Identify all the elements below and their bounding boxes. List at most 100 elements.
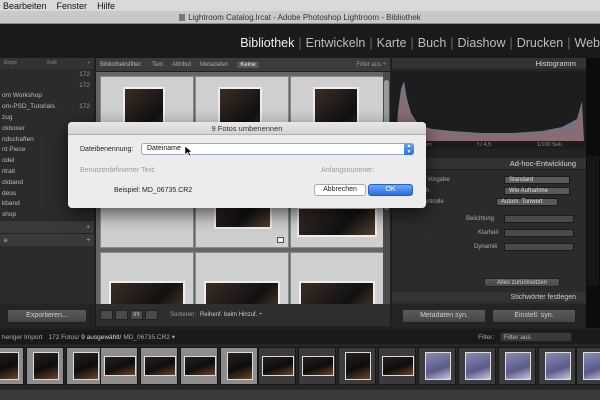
module-diashow[interactable]: Diashow [458,36,506,50]
folder-item[interactable]: om Workshop [0,91,94,102]
module-separator: | [298,36,302,50]
filmstrip [0,344,600,390]
loupe-view-icon[interactable] [115,310,128,320]
survey-view-icon[interactable] [145,310,158,320]
cancel-button[interactable]: Abbrechen [314,184,366,196]
cell-number: 3 [294,77,310,102]
section-add-icon[interactable]: + [86,237,90,244]
grid-cell[interactable]: 9 [290,252,384,304]
photo-count: 172 Fotos/ [48,333,80,341]
module-web[interactable]: Web [575,36,600,50]
module-karte[interactable]: Karte [377,36,407,50]
reset-all-button[interactable]: Alles zurücksetzen [484,278,560,287]
module-separator: | [410,36,414,50]
lightroom-window: Bearbeiten Fenster Hilfe Lightroom Catal… [0,0,600,400]
vibrance-row: Dynamik [392,240,586,254]
filter-preset-dropdown[interactable]: Filter aus ÷ [356,62,386,68]
white-balance-dropdown[interactable]: Wie Aufnahme [504,186,570,195]
sync-settings-button[interactable]: Einstell. syn. [492,309,576,323]
folder-item[interactable]: shop [0,209,94,220]
filmstrip-thumb[interactable] [498,347,536,385]
selected-count: 9 ausgewählt/ [81,333,122,341]
cell-number: 2 [199,77,215,102]
filmstrip-thumb[interactable] [140,347,178,385]
example-label: Beispiel: [114,187,141,194]
export-button[interactable]: Exportieren... [7,309,87,323]
import-header-label[interactable]: Einpo [4,60,17,67]
filmstrip-scrollbar[interactable] [0,390,600,400]
current-filename[interactable]: MD_06735.CR2 ▾ [123,333,175,341]
mac-menu-bar: Bearbeiten Fenster Hilfe [0,0,600,11]
filmstrip-thumb[interactable] [378,347,416,385]
grid-cell[interactable]: 7 [100,252,194,304]
histogram-header[interactable]: Histogramm [392,58,586,70]
section-add-icon[interactable]: + [86,224,90,231]
window-title-bar: Lightroom Catalog.lrcat - Adobe Photosho… [0,11,600,24]
start-number-label: Anfangsnummer: [321,167,375,174]
left-panel-header: Einpo Kolli + [0,58,94,69]
module-separator: | [567,36,571,50]
compare-view-icon[interactable]: XY [130,310,143,320]
add-button[interactable]: + [87,60,90,67]
collection-header-label[interactable]: Kolli [47,60,56,67]
module-buch[interactable]: Buch [418,36,447,50]
filmstrip-thumb[interactable] [576,347,600,385]
folder-count: 172 [79,81,90,89]
auto-tone-button[interactable]: Autom. Tonwert [496,197,558,206]
histogram-title: Histogramm [535,59,576,68]
filmstrip-thumb[interactable] [220,347,258,385]
folder-item[interactable]: om-PSD_Tutorials 172 [0,101,94,112]
filmstrip-filter-dropdown[interactable]: Filter aus [500,332,572,342]
file-naming-dropdown[interactable]: Dateiname ▲ ▼ [141,143,414,157]
folder-item[interactable]: 172 [0,80,94,91]
grid-cell[interactable]: 8 [195,252,289,304]
filmstrip-info-bar: heriger Import 172 Fotos/ 9 ausgewählt/ … [0,330,600,344]
dialog-title: 9 Fotos umbenennen [68,122,426,135]
panel-section[interactable]: + [0,220,94,234]
filmstrip-thumb[interactable] [298,347,336,385]
vibrance-stepper[interactable] [504,243,574,251]
module-bibliothek[interactable]: Bibliothek [240,36,294,50]
exposure-label: Belichtung [466,216,495,222]
keywording-header[interactable]: Stichwörter festlegen [392,292,586,302]
module-entwickeln[interactable]: Entwickeln [306,36,366,50]
menu-hilfe[interactable]: Hilfe [94,1,122,11]
folder-label: ndschaften [2,135,34,143]
clarity-stepper[interactable] [504,229,574,237]
sync-metadata-button[interactable]: Metadaten syn. [402,309,486,323]
filmstrip-thumb[interactable] [100,347,138,385]
preset-dropdown[interactable]: Standard [504,175,570,184]
filter-metadata[interactable]: Metadaten [200,62,228,68]
menu-bearbeiten[interactable]: Bearbeiten [0,1,54,11]
filter-attribute[interactable]: Attribut [172,62,191,68]
filter-text[interactable]: Text [152,62,163,68]
filmstrip-thumb[interactable] [26,347,64,385]
filmstrip-thumb[interactable] [458,347,496,385]
photo-thumbnail [299,281,375,304]
ok-button[interactable]: OK [368,184,413,196]
grid-view-icon[interactable] [100,310,113,320]
filmstrip-thumb[interactable] [258,347,296,385]
menu-fenster[interactable]: Fenster [54,1,95,11]
filmstrip-thumb[interactable] [66,347,104,385]
filmstrip-thumb[interactable] [180,347,218,385]
photo-thumbnail [297,207,377,237]
sort-order-dropdown[interactable]: Reihenf. beim Hinzuf. ÷ [200,312,262,318]
module-drucken[interactable]: Drucken [517,36,564,50]
filmstrip-filter-label: Filter: [478,333,495,341]
library-filter-bar: Bibliotheksfilter: Text Attribut Metadat… [96,58,390,71]
folder-item[interactable]: 172 [0,69,94,80]
panel-section[interactable]: e + [0,233,94,247]
example-value: MD_06735.CR2 [142,187,193,194]
source-label[interactable]: heriger Import [2,334,42,341]
filmstrip-thumb[interactable] [338,347,376,385]
exposure-stepper[interactable] [504,215,574,223]
filmstrip-thumb[interactable] [418,347,456,385]
cell-number: 8 [199,253,215,278]
clarity-row: Klarheit [392,226,586,240]
clarity-label: Klarheit [478,230,499,236]
filmstrip-thumb[interactable] [0,347,24,385]
shutter-speed: 1/100 Sek. [536,142,564,148]
filter-none[interactable]: Keine [237,61,259,68]
filmstrip-thumb[interactable] [538,347,576,385]
